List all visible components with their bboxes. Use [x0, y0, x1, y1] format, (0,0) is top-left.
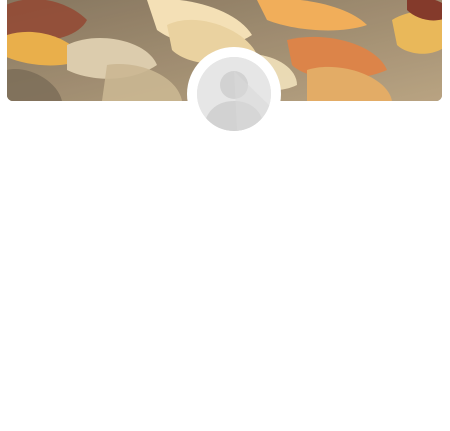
- default-user-silhouette-icon: [197, 57, 271, 131]
- profile-card: [7, 0, 442, 431]
- avatar[interactable]: [197, 57, 271, 131]
